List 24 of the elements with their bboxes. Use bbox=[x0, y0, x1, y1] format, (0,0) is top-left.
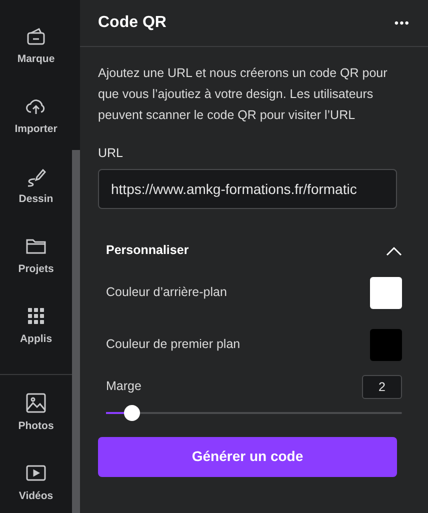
sidebar-item[interactable]: Dessin bbox=[4, 164, 68, 234]
customize-toggle[interactable]: Personnaliser bbox=[98, 236, 410, 265]
generate-button[interactable]: Générer un code bbox=[98, 436, 397, 477]
margin-label: Marge bbox=[106, 378, 142, 396]
sidebar-item[interactable]: Projets bbox=[4, 234, 68, 304]
url-label: URL bbox=[98, 145, 124, 162]
sidebar-item[interactable]: Applis bbox=[4, 304, 68, 374]
color-label: Couleur de premier plan bbox=[106, 336, 240, 354]
scrollbar[interactable] bbox=[72, 0, 80, 513]
sidebar-item[interactable]: Marque bbox=[4, 24, 68, 94]
more-button[interactable]: ••• bbox=[394, 14, 410, 32]
panel-title: Code QR bbox=[98, 13, 166, 33]
color-swatch[interactable] bbox=[370, 328, 402, 361]
margin-field[interactable]: 2 bbox=[362, 374, 402, 399]
slider-thumb[interactable] bbox=[124, 404, 140, 421]
sidebar-item[interactable]: Importer bbox=[4, 94, 68, 164]
color-swatch[interactable] bbox=[370, 276, 402, 309]
sidebar-item[interactable]: Photos bbox=[4, 391, 68, 461]
color-label: Couleur d’arrière-plan bbox=[106, 284, 227, 302]
sidebar-item[interactable]: Vidéos bbox=[4, 461, 68, 513]
description: Ajoutez une URL et nous créerons un code QR pour que vous l’ajoutiez à votre design. Les utilisateurs peuvent scanner le code QR pour visiter l’URL bbox=[98, 65, 388, 124]
image-icon bbox=[24, 391, 48, 415]
margin-slider[interactable] bbox=[106, 402, 402, 423]
url-field[interactable]: https://www.amkg-formations.fr/formatic bbox=[98, 168, 397, 209]
